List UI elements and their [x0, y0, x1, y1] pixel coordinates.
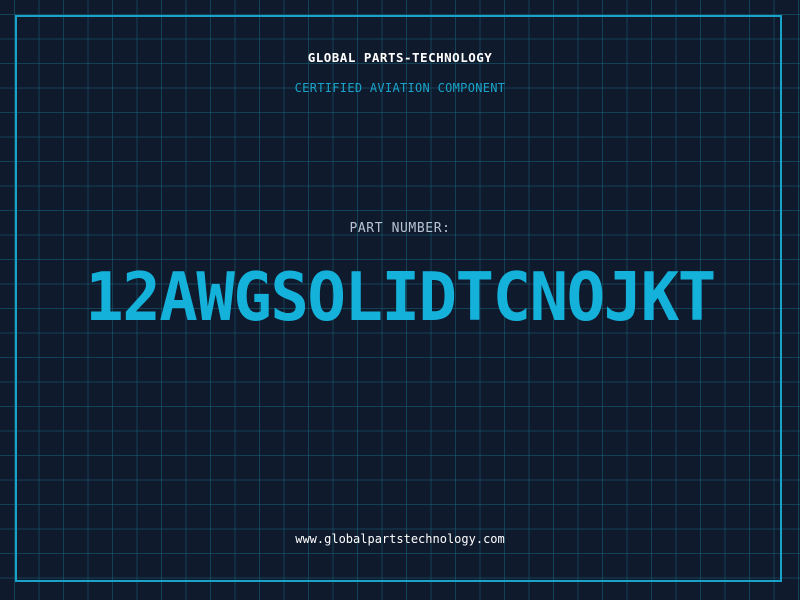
- website-url: www.globalpartstechnology.com: [295, 532, 505, 546]
- company-name: GLOBAL PARTS-TECHNOLOGY: [307, 50, 493, 65]
- label-card: GLOBAL PARTS-TECHNOLOGY CERTIFIED AVIATI…: [0, 0, 800, 600]
- part-number-label: PART NUMBER:: [349, 221, 451, 236]
- part-number-value: 12AWGSOLIDTCNOJKT: [85, 259, 716, 337]
- certification-subtitle: CERTIFIED AVIATION COMPONENT: [294, 81, 506, 95]
